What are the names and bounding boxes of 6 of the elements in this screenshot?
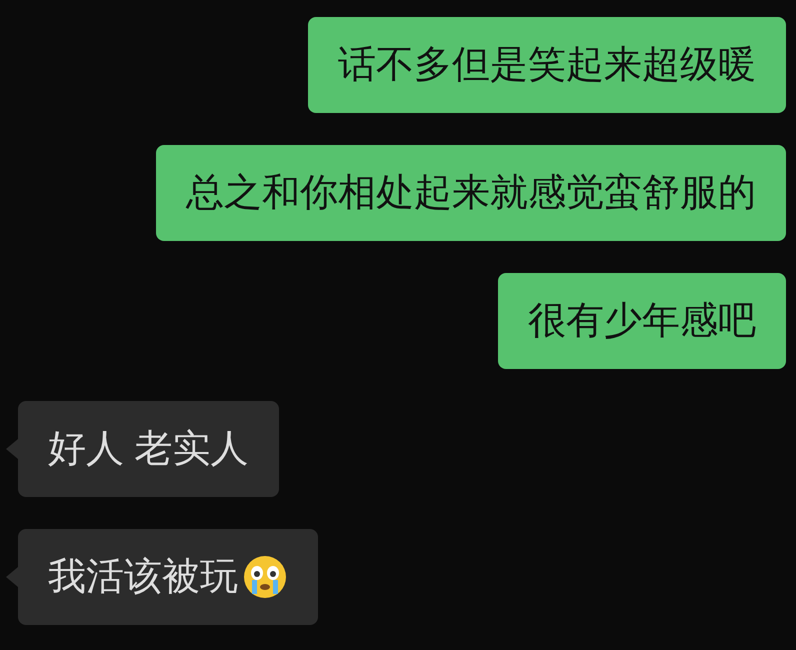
message-text: 总之和你相处起来就感觉蛮舒服的: [186, 170, 756, 216]
crying-face-icon: [242, 554, 288, 600]
message-text: 我活该被玩: [48, 554, 238, 600]
message-text: 好人 老实人: [48, 426, 249, 472]
message-text: 话不多但是笑起来超级暖: [338, 42, 756, 88]
message-text: 很有少年感吧: [528, 298, 756, 344]
